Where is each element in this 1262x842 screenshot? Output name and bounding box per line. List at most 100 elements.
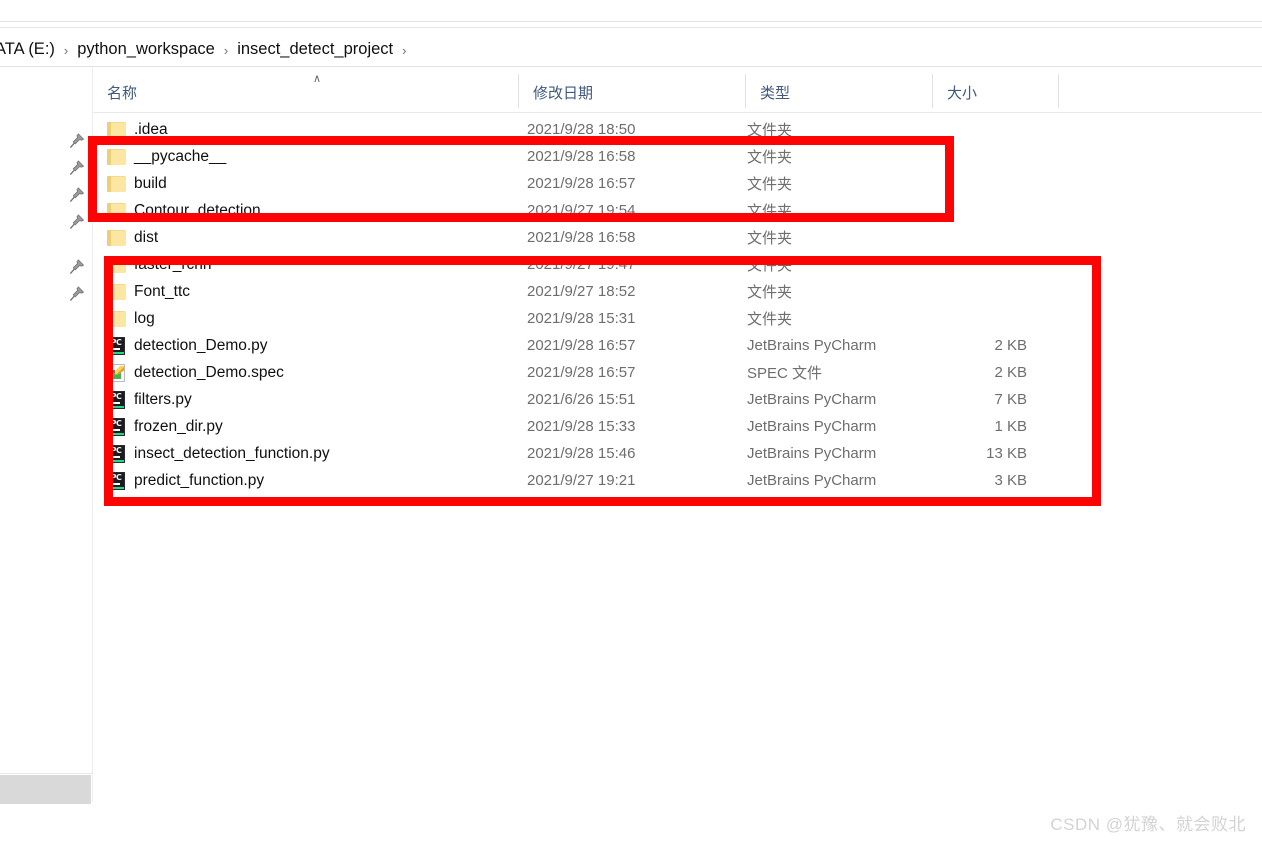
file-size-cell: 7 KB — [994, 391, 1027, 408]
file-name-label: build — [134, 174, 167, 192]
file-type-cell: 文件夹 — [747, 284, 793, 301]
file-date-cell: 2021/9/28 15:46 — [527, 445, 636, 462]
breadcrumb-item-2[interactable]: insect_detect_project — [236, 40, 394, 59]
file-row[interactable]: .idea 2021/9/28 18:50 文件夹 — [92, 116, 1262, 143]
folder-icon — [107, 173, 134, 195]
file-size-cell: 3 KB — [994, 472, 1027, 489]
file-name-cell[interactable]: PC insect_detection_function.py — [107, 440, 507, 467]
pushpin-icon — [68, 258, 90, 280]
folder-icon — [107, 200, 134, 222]
breadcrumb[interactable]: ATA (E:) › python_workspace › insect_detect_… — [0, 33, 1262, 65]
breadcrumb-chevron-icon[interactable]: › — [56, 43, 76, 58]
breadcrumb-chevron-icon[interactable]: › — [216, 43, 236, 58]
file-date-cell: 2021/9/28 16:57 — [527, 364, 636, 381]
nav-pane-selection-block — [0, 775, 91, 804]
column-header-date-modified[interactable]: 修改日期 — [518, 72, 745, 112]
column-divider-4[interactable] — [1058, 74, 1059, 108]
spec-file-icon — [107, 362, 134, 384]
file-name-cell[interactable]: faster_rcnn — [107, 251, 507, 278]
file-name-label: insect_detection_function.py — [134, 444, 330, 462]
file-name-cell[interactable]: build — [107, 170, 507, 197]
file-name-label: Contour_detection — [134, 201, 261, 219]
file-size-cell — [937, 224, 1057, 251]
csdn-watermark: CSDN @犹豫、就会败北 — [1050, 815, 1246, 834]
file-name-cell[interactable]: PC predict_function.py — [107, 467, 507, 494]
file-row[interactable]: Font_ttc 2021/9/27 18:52 文件夹 — [92, 278, 1262, 305]
breadcrumb-item-0[interactable]: ATA (E:) — [0, 40, 56, 59]
file-name-label: faster_rcnn — [134, 255, 212, 273]
column-header-bottom-line — [92, 112, 1262, 113]
file-name-cell[interactable]: __pycache__ — [107, 143, 507, 170]
file-type-cell: 文件夹 — [747, 311, 793, 328]
file-size-cell: 2 KB — [994, 364, 1027, 381]
file-name-label: detection_Demo.py — [134, 336, 268, 354]
file-name-label: detection_Demo.spec — [134, 363, 284, 381]
file-type-cell: 文件夹 — [747, 203, 793, 220]
breadcrumb-chevron-icon[interactable]: › — [394, 43, 414, 58]
file-row[interactable]: build 2021/9/28 16:57 文件夹 — [92, 170, 1262, 197]
file-date-cell: 2021/9/28 18:50 — [527, 121, 636, 138]
file-date-cell: 2021/9/28 16:57 — [527, 337, 636, 354]
file-size-cell: 1 KB — [994, 418, 1027, 435]
column-header-size[interactable]: 大小 — [932, 72, 1058, 112]
navigation-pane — [0, 118, 92, 338]
column-divider-2[interactable] — [745, 74, 746, 108]
file-name-cell[interactable]: Font_ttc — [107, 278, 507, 305]
file-type-cell: JetBrains PyCharm — [747, 418, 877, 435]
file-row[interactable]: faster_rcnn 2021/9/27 19:47 文件夹 — [92, 251, 1262, 278]
file-type-cell: 文件夹 — [747, 176, 793, 193]
file-name-label: dist — [134, 228, 159, 246]
file-row[interactable]: __pycache__ 2021/9/28 16:58 文件夹 — [92, 143, 1262, 170]
file-date-cell: 2021/9/27 19:47 — [527, 256, 636, 273]
file-name-label: .idea — [134, 120, 168, 138]
file-type-cell: JetBrains PyCharm — [747, 391, 877, 408]
file-name-cell[interactable]: log — [107, 305, 507, 332]
file-row[interactable]: PC detection_Demo.py 2021/9/28 16:57 JetBra… — [92, 332, 1262, 359]
pushpin-icon — [68, 213, 90, 235]
file-name-cell[interactable]: .idea — [107, 116, 507, 143]
window-top-rule-2 — [0, 27, 1262, 28]
pycharm-py-icon: PC — [107, 470, 134, 492]
file-date-cell: 2021/9/28 16:57 — [527, 175, 636, 192]
file-list[interactable]: .idea 2021/9/28 18:50 文件夹 __pycache__ 2021/9… — [92, 116, 1262, 494]
file-type-cell: 文件夹 — [747, 149, 793, 166]
file-size-cell — [937, 116, 1057, 143]
column-divider-3[interactable] — [932, 74, 933, 108]
file-name-cell[interactable]: PC detection_Demo.py — [107, 332, 507, 359]
file-size-cell: 2 KB — [994, 337, 1027, 354]
file-name-label: __pycache__ — [134, 147, 227, 165]
file-row[interactable]: PC filters.py 2021/6/26 15:51 JetBrains PyC… — [92, 386, 1262, 413]
column-header-row: 名称 修改日期 类型 大小 — [92, 72, 1262, 112]
pycharm-py-icon: PC — [107, 335, 134, 357]
column-divider-1[interactable] — [518, 74, 519, 108]
pushpin-icon — [68, 186, 90, 208]
file-row[interactable]: dist 2021/9/28 16:58 文件夹 — [92, 224, 1262, 251]
file-date-cell: 2021/9/27 19:21 — [527, 472, 636, 489]
file-type-cell: JetBrains PyCharm — [747, 472, 877, 489]
column-header-type[interactable]: 类型 — [745, 72, 932, 112]
file-row[interactable]: Contour_detection 2021/9/27 19:54 文件夹 — [92, 197, 1262, 224]
file-name-cell[interactable]: PC filters.py — [107, 386, 507, 413]
file-row[interactable]: log 2021/9/28 15:31 文件夹 — [92, 305, 1262, 332]
file-name-cell[interactable]: detection_Demo.spec — [107, 359, 507, 386]
pycharm-py-icon: PC — [107, 389, 134, 411]
file-name-cell[interactable]: PC frozen_dir.py — [107, 413, 507, 440]
file-name-cell[interactable]: dist — [107, 224, 507, 251]
sort-ascending-icon: ∧ — [312, 73, 322, 85]
file-name-cell[interactable]: Contour_detection — [107, 197, 507, 224]
folder-icon — [107, 254, 134, 276]
file-date-cell: 2021/9/27 18:52 — [527, 283, 636, 300]
file-name-label: log — [134, 309, 155, 327]
file-row[interactable]: PC frozen_dir.py 2021/9/28 15:33 JetBrains … — [92, 413, 1262, 440]
file-size-cell — [937, 278, 1057, 305]
file-size-cell — [937, 251, 1057, 278]
breadcrumb-item-1[interactable]: python_workspace — [76, 40, 216, 59]
file-row[interactable]: PC insect_detection_function.py 2021/9/28 … — [92, 440, 1262, 467]
file-date-cell: 2021/6/26 15:51 — [527, 391, 636, 408]
column-header-name[interactable]: 名称 — [92, 72, 518, 112]
file-name-label: filters.py — [134, 390, 192, 408]
file-row[interactable]: detection_Demo.spec 2021/9/28 16:57 SPEC 文… — [92, 359, 1262, 386]
breadcrumb-underline — [0, 66, 1262, 67]
file-row[interactable]: PC predict_function.py 2021/9/27 19:21 JetB… — [92, 467, 1262, 494]
file-type-cell: 文件夹 — [747, 257, 793, 274]
